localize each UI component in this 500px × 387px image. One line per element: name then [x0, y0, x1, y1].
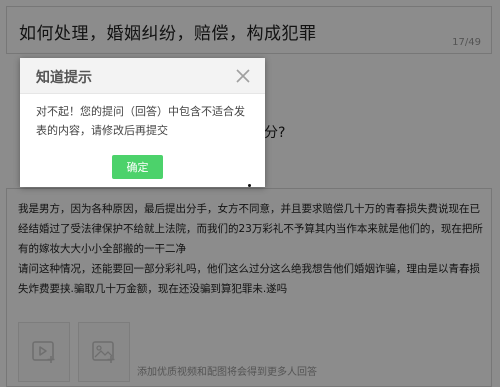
- description-text: 我是男方，因为各种原因，最后提出分手，女方不同意，并且要求赔偿几十万的青春损失费…: [18, 203, 483, 295]
- dialog-title: 知道提示: [36, 70, 92, 86]
- image-add-icon: [91, 340, 117, 364]
- add-video-button[interactable]: [18, 322, 70, 382]
- alert-dialog: 知道提示 对不起！您的提问（回答）中包含不适合发表的内容，请修改后再提交 确定: [20, 58, 265, 187]
- page: 如何处理，婚姻纠纷，赔偿，构成犯罪 17/49 划分? 我是男方，因为各种原因，…: [0, 0, 500, 387]
- upload-hint: 添加优质视频和配图将会得到更多人回答: [137, 367, 317, 378]
- dialog-message: 对不起！您的提问（回答）中包含不适合发表的内容，请修改后再提交: [36, 105, 245, 137]
- add-image-button[interactable]: [78, 322, 130, 382]
- video-add-icon: [31, 340, 57, 364]
- title-input[interactable]: 如何处理，婚姻纠纷，赔偿，构成犯罪 17/49: [6, 6, 492, 54]
- description-textarea[interactable]: 我是男方，因为各种原因，最后提出分手，女方不同意，并且要求赔偿几十万的青春损失费…: [6, 188, 492, 387]
- title-input-value: 如何处理，婚姻纠纷，赔偿，构成犯罪: [19, 24, 317, 44]
- cursor: [248, 184, 251, 187]
- ok-button[interactable]: 确定: [112, 155, 163, 179]
- close-icon[interactable]: [235, 68, 251, 84]
- title-char-counter: 17/49: [452, 37, 481, 48]
- dialog-header: 知道提示: [20, 58, 265, 94]
